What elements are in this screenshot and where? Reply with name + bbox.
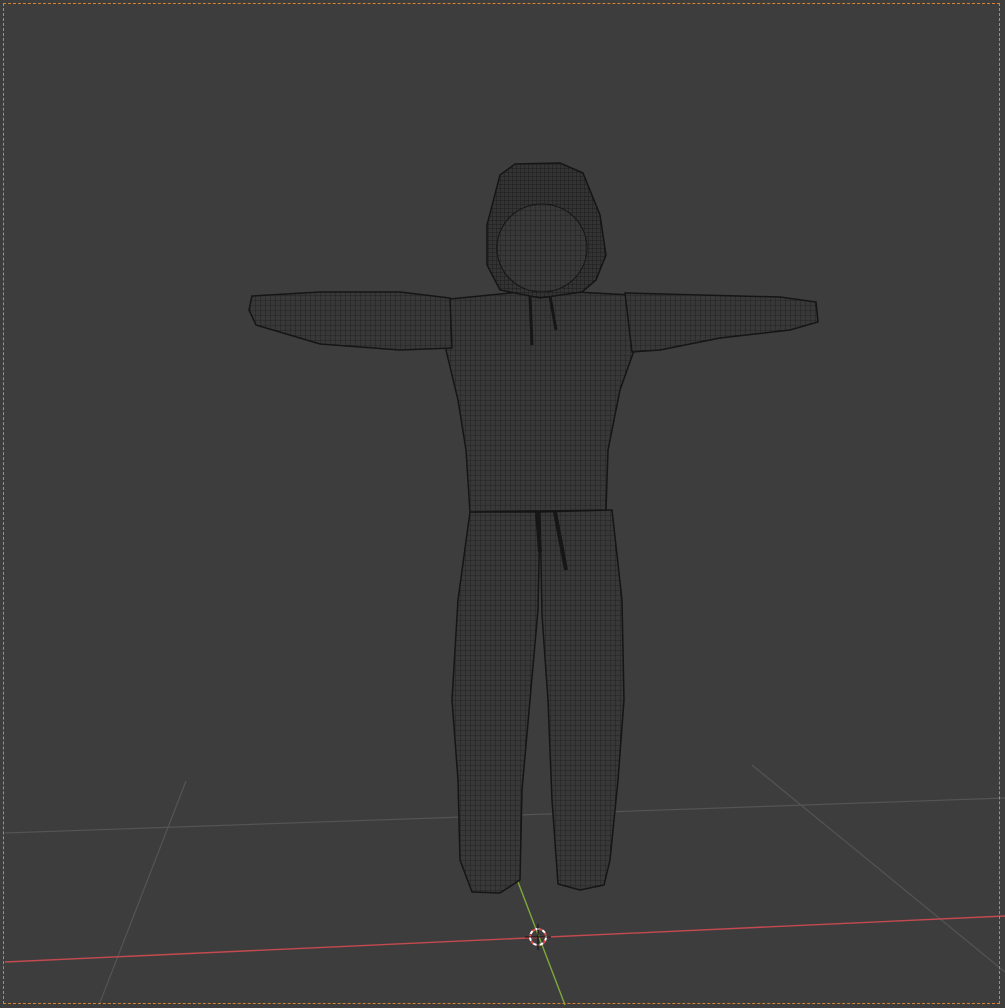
- pants-right-leg: [539, 509, 625, 891]
- hood-opening: [496, 203, 588, 293]
- grid-line: [98, 780, 187, 1006]
- hoodie-left-arm: [248, 291, 453, 351]
- hoodie-torso: [439, 289, 637, 513]
- 3d-cursor-icon[interactable]: [525, 924, 551, 950]
- grid-line: [751, 764, 1005, 973]
- x-axis-line: [4, 915, 1005, 963]
- hoodie-right-arm: [624, 292, 819, 353]
- pants-left-leg: [451, 511, 541, 894]
- 3d-viewport[interactable]: [0, 0, 1005, 1008]
- hoodie-mesh[interactable]: [248, 162, 819, 894]
